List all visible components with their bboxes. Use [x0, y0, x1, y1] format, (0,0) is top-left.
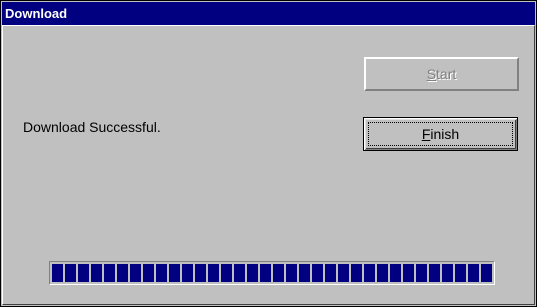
status-message: Download Successful. [23, 119, 161, 135]
start-button-label: Start [426, 66, 457, 82]
progress-chunk [286, 264, 297, 282]
progress-chunk [273, 264, 284, 282]
progress-chunk [247, 264, 258, 282]
progress-chunk [338, 264, 349, 282]
progress-chunk [325, 264, 336, 282]
progress-chunk [169, 264, 180, 282]
progress-chunk [481, 264, 492, 282]
progress-chunk [65, 264, 76, 282]
finish-button-label: Finish [421, 126, 460, 142]
progress-chunk [156, 264, 167, 282]
progress-chunk [455, 264, 466, 282]
download-dialog: Download Download Successful. Start Fini… [0, 0, 537, 307]
progress-chunk [91, 264, 102, 282]
progress-chunk [130, 264, 141, 282]
progress-chunk [377, 264, 388, 282]
progress-chunk [403, 264, 414, 282]
progress-chunk [312, 264, 323, 282]
progress-chunk [299, 264, 310, 282]
progress-chunk [364, 264, 375, 282]
progress-chunk [351, 264, 362, 282]
progress-chunk [208, 264, 219, 282]
progress-chunk [416, 264, 427, 282]
progress-chunk [390, 264, 401, 282]
progress-chunk [52, 264, 63, 282]
progress-chunk [429, 264, 440, 282]
progress-chunk [117, 264, 128, 282]
start-button[interactable]: Start [364, 57, 519, 91]
window-title: Download [5, 6, 68, 21]
dialog-body: Download Successful. Start Finish [2, 25, 535, 305]
progress-chunk [260, 264, 271, 282]
progress-chunk [468, 264, 479, 282]
progress-chunk [234, 264, 245, 282]
download-progress-bar [49, 261, 495, 285]
progress-fill [52, 264, 492, 282]
progress-chunk [221, 264, 232, 282]
progress-chunk [182, 264, 193, 282]
progress-chunk [195, 264, 206, 282]
progress-chunk [442, 264, 453, 282]
progress-chunk [104, 264, 115, 282]
finish-button[interactable]: Finish [363, 117, 518, 151]
progress-chunk [78, 264, 89, 282]
title-bar[interactable]: Download [2, 2, 535, 25]
progress-chunk [143, 264, 154, 282]
